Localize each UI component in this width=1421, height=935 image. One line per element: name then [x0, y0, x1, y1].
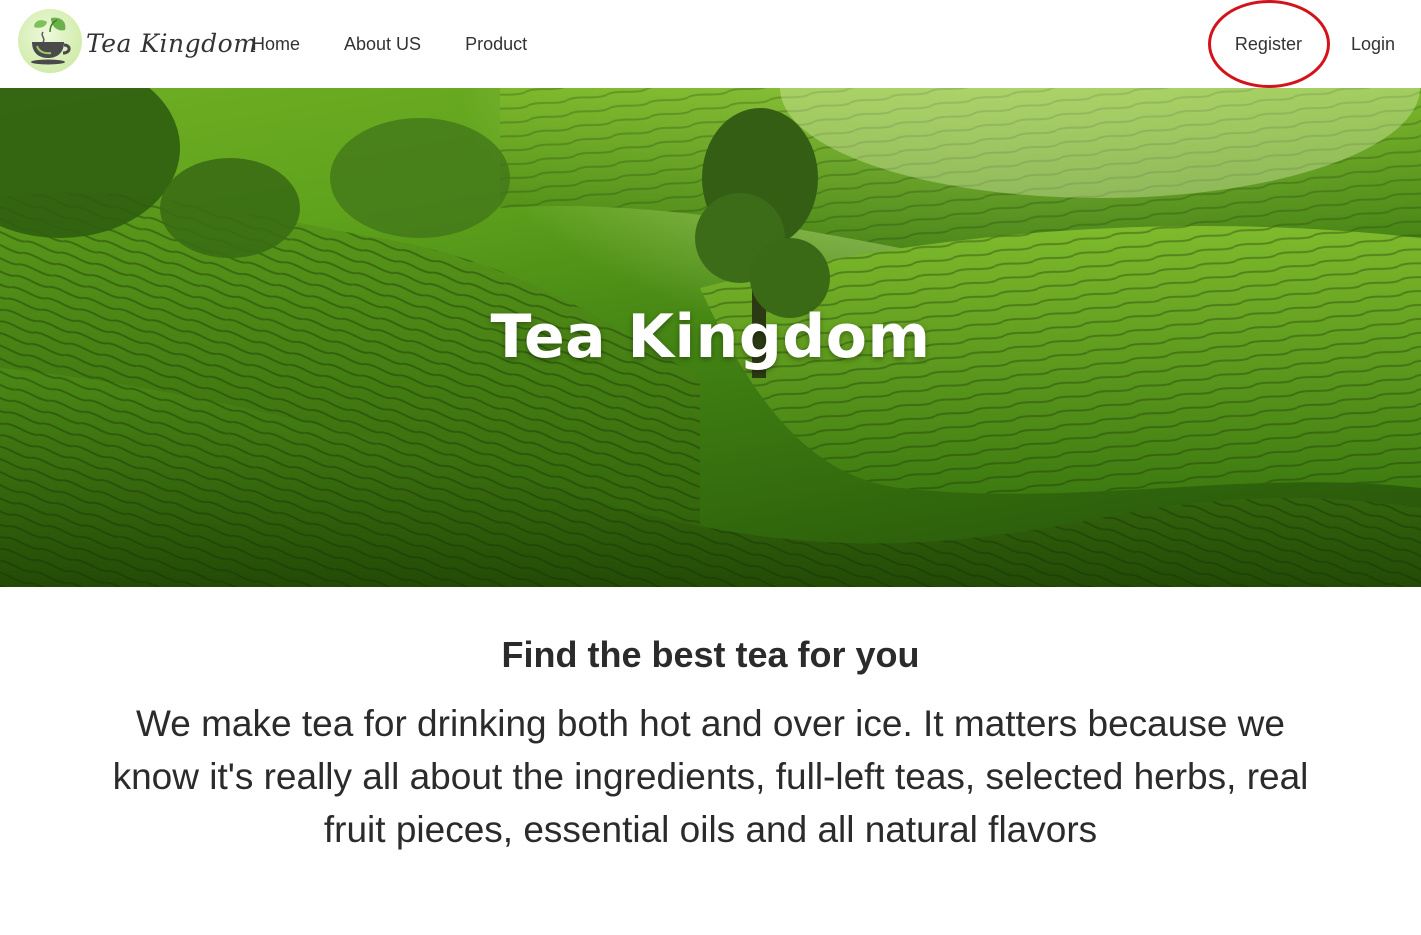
register-link[interactable]: Register [1212, 0, 1328, 88]
register-wrapper: Register [1207, 0, 1330, 88]
brand-home-link[interactable]: Tea Kingdom [18, 9, 257, 73]
hero-title: Tea Kingdom [490, 302, 931, 372]
login-link[interactable]: Login [1328, 0, 1421, 88]
hero-banner: Tea Kingdom [0, 88, 1421, 587]
nav-home-link[interactable]: Home [230, 0, 322, 88]
navbar: Tea Kingdom Home About US Product Regist… [0, 0, 1421, 88]
account-nav: Register Login [1207, 0, 1421, 88]
nav-about-link[interactable]: About US [322, 0, 443, 88]
intro-paragraph: We make tea for drinking both hot and ov… [112, 703, 1309, 850]
intro-section: Find the best tea for you We make tea fo… [0, 587, 1421, 856]
main-nav: Home About US Product [230, 0, 549, 88]
tea-cup-logo-icon [18, 9, 82, 73]
intro-headline: Find the best tea for you [501, 634, 920, 675]
nav-product-link[interactable]: Product [443, 0, 549, 88]
